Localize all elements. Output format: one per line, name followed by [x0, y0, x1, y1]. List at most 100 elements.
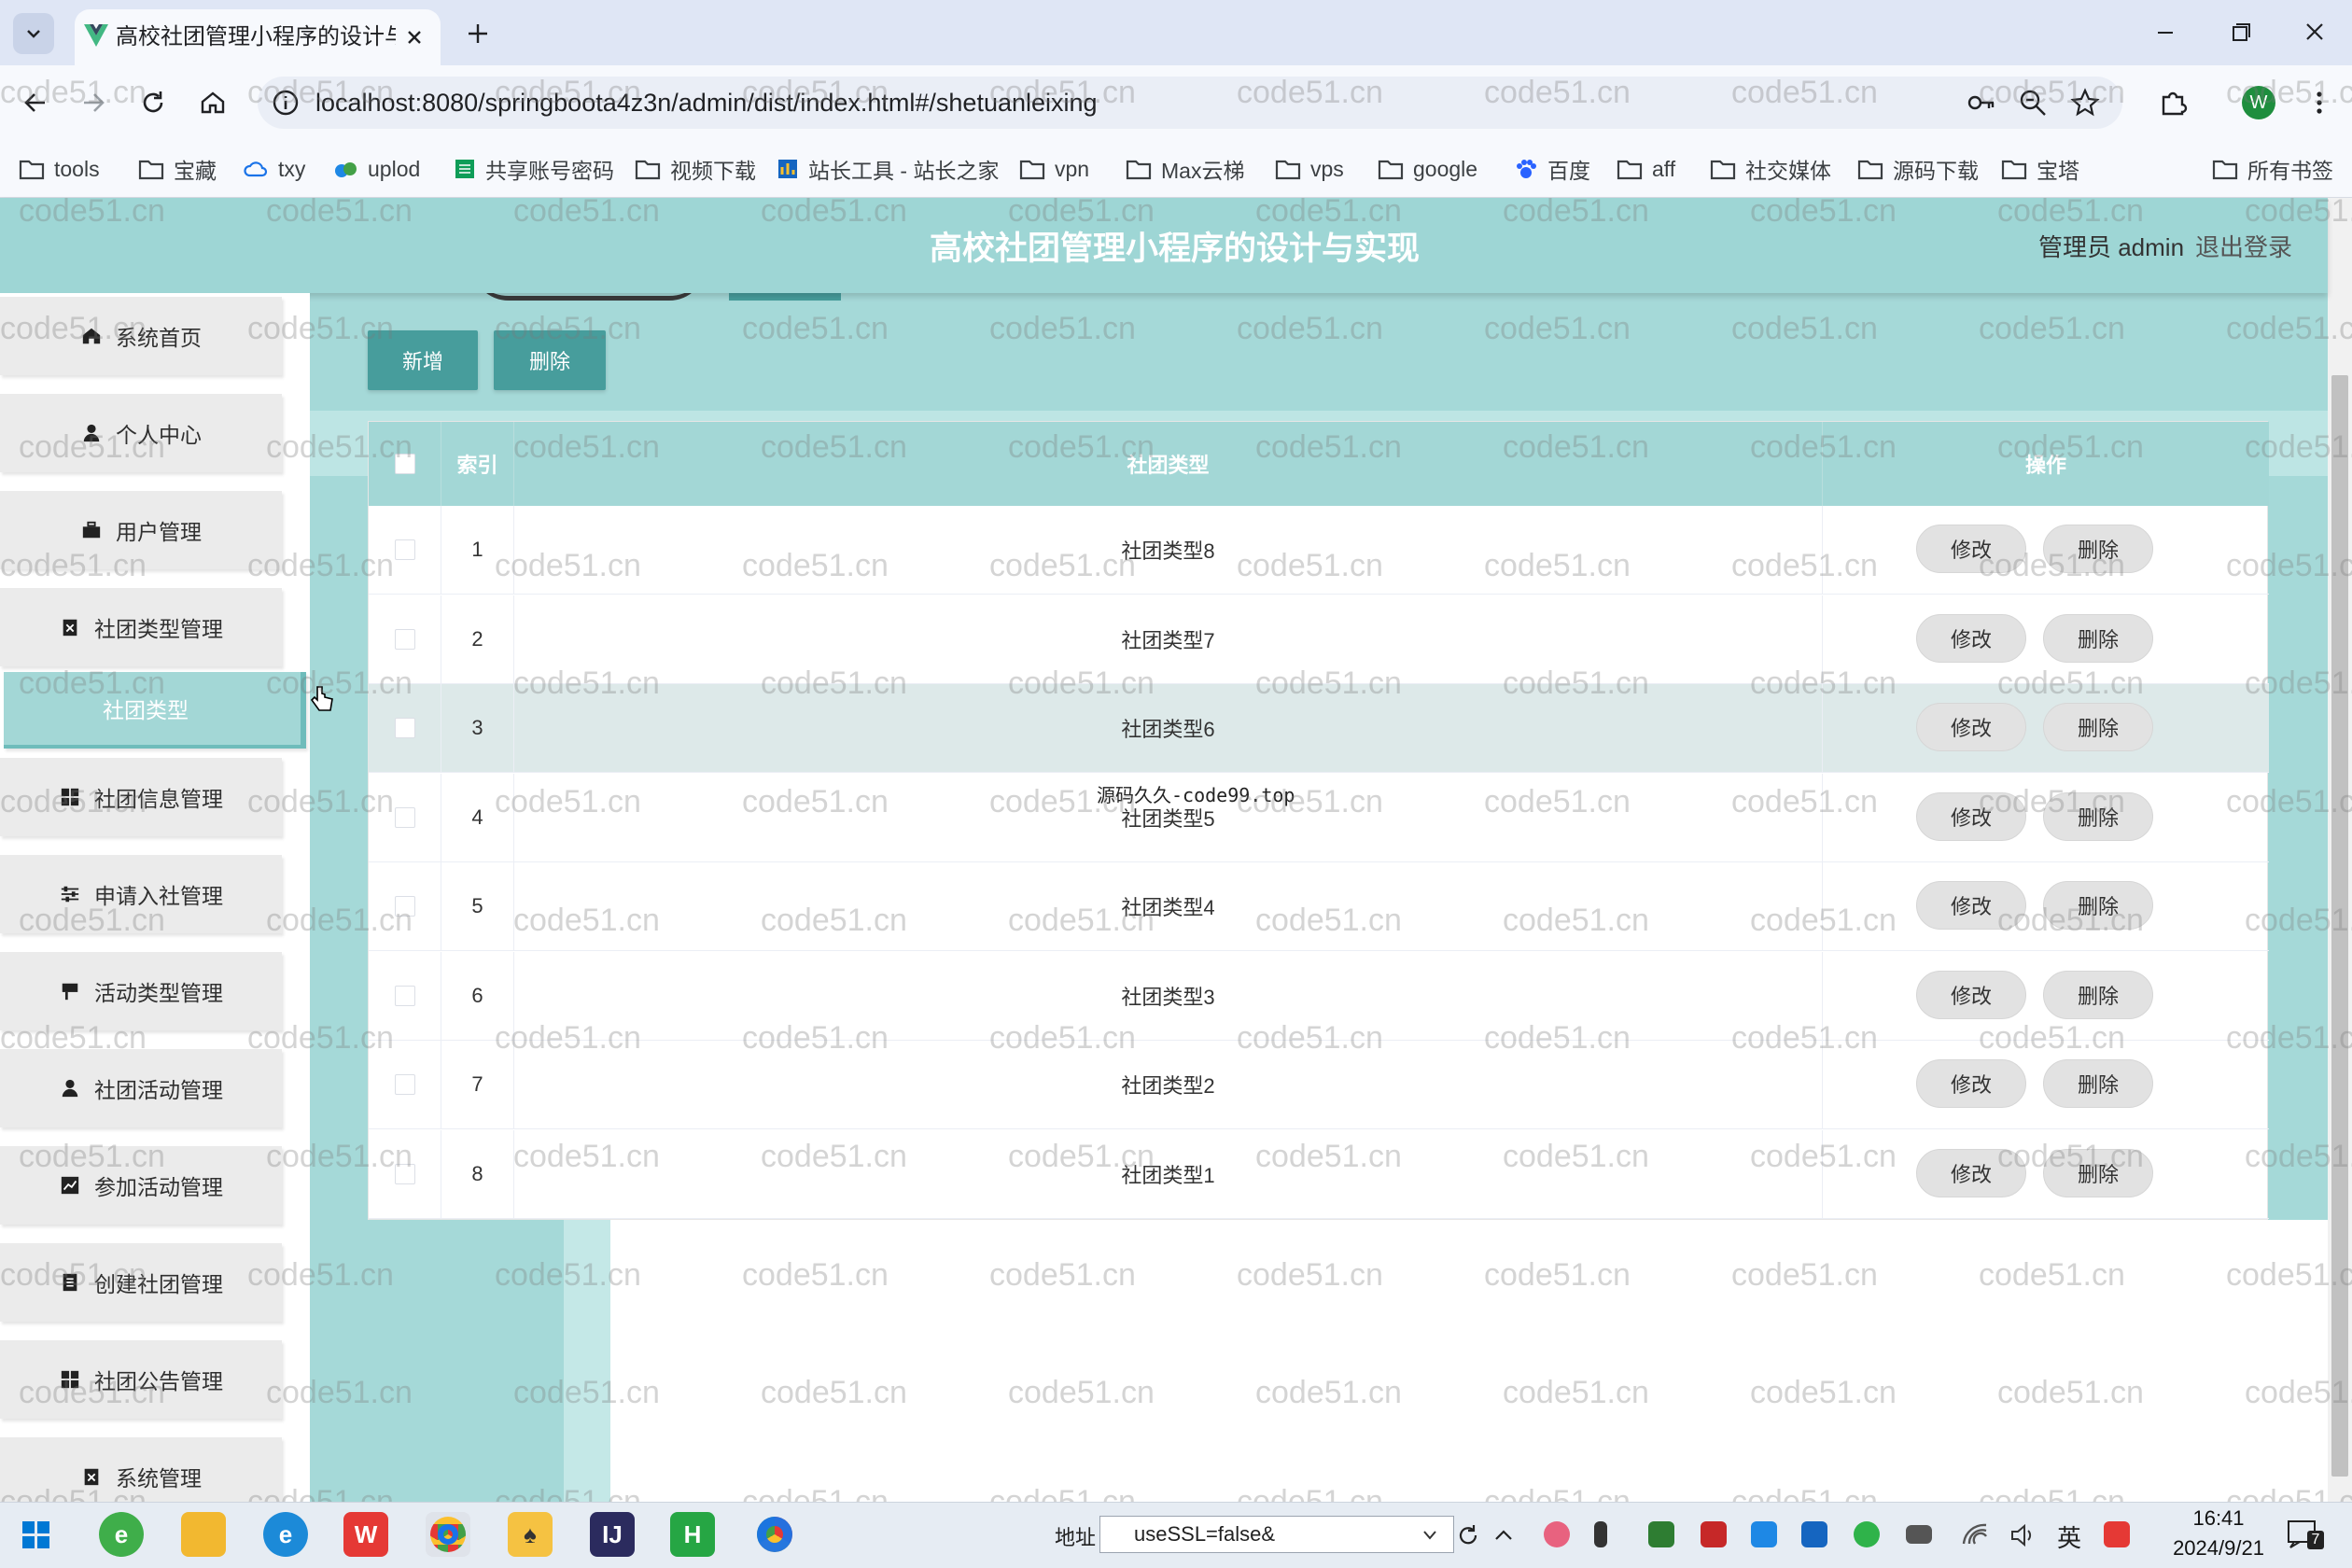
edit-button[interactable]: 修改 [1916, 970, 2026, 1019]
table-row[interactable]: 5 社团类型4 修改 删除 [369, 862, 2269, 951]
page-scrollbar[interactable] [2328, 198, 2352, 1502]
tray-app-5-icon[interactable] [1801, 1521, 1827, 1547]
delete-button[interactable]: 删除 [2043, 970, 2153, 1019]
row-checkbox[interactable] [394, 718, 415, 738]
start-button[interactable] [22, 1521, 50, 1549]
tray-app-3-icon[interactable] [1701, 1521, 1727, 1547]
row-checkbox[interactable] [394, 896, 415, 917]
row-checkbox[interactable] [394, 628, 415, 650]
scrollbar-thumb[interactable] [2331, 375, 2348, 1477]
row-checkbox[interactable] [394, 985, 415, 1006]
new-tab-button[interactable] [461, 17, 495, 50]
site-info-icon[interactable] [271, 88, 301, 118]
delete-button[interactable]: 删除 [2043, 525, 2153, 573]
sidebar-item[interactable]: 系统管理 [0, 1437, 282, 1502]
chrome-icon[interactable] [752, 1512, 797, 1557]
bookmark-item[interactable]: vpn [1019, 140, 1089, 198]
edit-button[interactable]: 修改 [1916, 525, 2026, 573]
bookmark-item[interactable]: 源码下载 [1857, 140, 1979, 198]
back-button[interactable] [19, 86, 52, 119]
table-row[interactable]: 7 社团类型2 修改 删除 [369, 1041, 2269, 1129]
address-bar[interactable]: localhost:8080/springboota4z3n/admin/dis… [258, 77, 2122, 129]
tab-search-button[interactable] [13, 13, 54, 54]
zoom-icon[interactable] [2018, 88, 2048, 118]
row-checkbox[interactable] [394, 1163, 415, 1184]
chrome-icon-active[interactable] [426, 1512, 470, 1557]
wps-icon[interactable]: W [343, 1512, 388, 1557]
hbuilder-icon[interactable]: H [670, 1512, 715, 1557]
restore-button[interactable] [2221, 19, 2259, 47]
sidebar-item[interactable]: 个人中心 [0, 394, 282, 472]
extensions-icon[interactable] [2156, 86, 2190, 119]
sidebar-item[interactable]: 社团活动管理 [0, 1049, 282, 1127]
table-row[interactable]: 3 社团类型6 修改 删除 [369, 684, 2269, 773]
row-checkbox[interactable] [394, 539, 415, 560]
close-window-button[interactable] [2296, 17, 2333, 49]
ime-indicator[interactable]: 英 [2057, 1519, 2081, 1554]
edit-button[interactable]: 修改 [1916, 791, 2026, 841]
delete-button[interactable]: 删除 [2043, 791, 2153, 841]
password-key-icon[interactable] [1966, 88, 1995, 118]
edit-button[interactable]: 修改 [1916, 1148, 2026, 1197]
edit-button[interactable]: 修改 [1916, 881, 2026, 930]
address-toolbar-input[interactable]: useSSL=false& [1099, 1516, 1454, 1553]
edge-icon[interactable]: e [263, 1512, 308, 1557]
intellij-icon[interactable]: IJ [590, 1512, 635, 1557]
table-row[interactable]: 2 社团类型7 修改 删除 [369, 595, 2269, 684]
bookmark-item[interactable]: 站长工具 - 站长之家 [777, 140, 999, 198]
delete-button[interactable]: 删除 [2043, 1059, 2153, 1108]
table-row[interactable]: 8 社团类型1 修改 删除 [369, 1129, 2269, 1219]
all-bookmarks[interactable]: 所有书签 [2212, 140, 2333, 198]
sidebar-item[interactable]: 社团公告管理 [0, 1340, 282, 1419]
file-explorer-icon[interactable] [181, 1512, 226, 1557]
bookmark-item[interactable]: vps [1275, 140, 1344, 198]
bookmark-item[interactable]: uplod [332, 140, 420, 198]
app-cat-icon[interactable]: ♠ [508, 1512, 553, 1557]
delete-button[interactable]: 删除 [2043, 703, 2153, 751]
row-checkbox[interactable] [394, 1074, 415, 1095]
sidebar-item[interactable]: 活动类型管理 [0, 952, 282, 1030]
bookmark-item[interactable]: 社交媒体 [1710, 140, 1831, 198]
profile-avatar[interactable]: W [2242, 86, 2275, 119]
sidebar-item[interactable]: 用户管理 [0, 491, 282, 569]
bookmark-star-icon[interactable] [2070, 88, 2100, 118]
table-row[interactable]: 6 社团类型3 修改 删除 [369, 951, 2269, 1041]
bookmark-item[interactable]: 视频下载 [635, 140, 756, 198]
bookmark-item[interactable]: tools [19, 140, 100, 198]
forward-button[interactable] [77, 86, 110, 119]
tray-app-4-icon[interactable] [1751, 1521, 1777, 1547]
bookmark-item[interactable]: google [1378, 140, 1477, 198]
wifi-icon[interactable] [1960, 1519, 1990, 1549]
tray-wechat-icon[interactable] [1854, 1521, 1880, 1547]
notification-button[interactable]: 7 [2283, 1516, 2324, 1553]
app-360-icon[interactable]: e [99, 1512, 144, 1557]
bookmark-item[interactable]: aff [1617, 140, 1675, 198]
clock-date[interactable]: 2024/9/21 [2158, 1536, 2279, 1561]
delete-button[interactable]: 删除 [2043, 1148, 2153, 1197]
tray-network-cable-icon[interactable] [1906, 1525, 1932, 1544]
more-menu-icon[interactable] [2305, 86, 2333, 119]
tray-usb-icon[interactable] [1594, 1521, 1607, 1547]
delete-button[interactable]: 删除 [2043, 881, 2153, 930]
sidebar-item[interactable]: 社团类型 [4, 672, 306, 749]
refresh-small-icon[interactable] [1454, 1521, 1482, 1549]
add-button[interactable]: 新增 [368, 330, 478, 390]
volume-icon[interactable] [2009, 1521, 2037, 1549]
table-row[interactable]: 4 社团类型5 修改 删除 [369, 773, 2269, 862]
bookmark-item[interactable]: txy [243, 140, 305, 198]
minimize-button[interactable] [2147, 19, 2184, 47]
bookmark-item[interactable]: 共享账号密码 [454, 140, 614, 198]
reload-button[interactable] [136, 86, 170, 119]
home-button[interactable] [196, 86, 230, 119]
sidebar-item[interactable]: 系统首页 [0, 297, 282, 375]
tray-app-1-icon[interactable] [1544, 1521, 1570, 1547]
bookmark-item[interactable]: 百度 [1514, 140, 1590, 198]
logout-link[interactable]: 退出登录 [2195, 229, 2292, 263]
sidebar-item[interactable]: 社团类型管理 [0, 588, 282, 666]
sidebar-item[interactable]: 社团信息管理 [0, 758, 282, 836]
bookmark-item[interactable]: 宝藏 [138, 140, 217, 198]
table-row[interactable]: 1 社团类型8 修改 删除 [369, 506, 2269, 595]
bookmark-item[interactable]: Max云梯 [1126, 140, 1244, 198]
tray-overflow-icon[interactable] [1491, 1523, 1516, 1547]
row-checkbox[interactable] [394, 806, 415, 828]
